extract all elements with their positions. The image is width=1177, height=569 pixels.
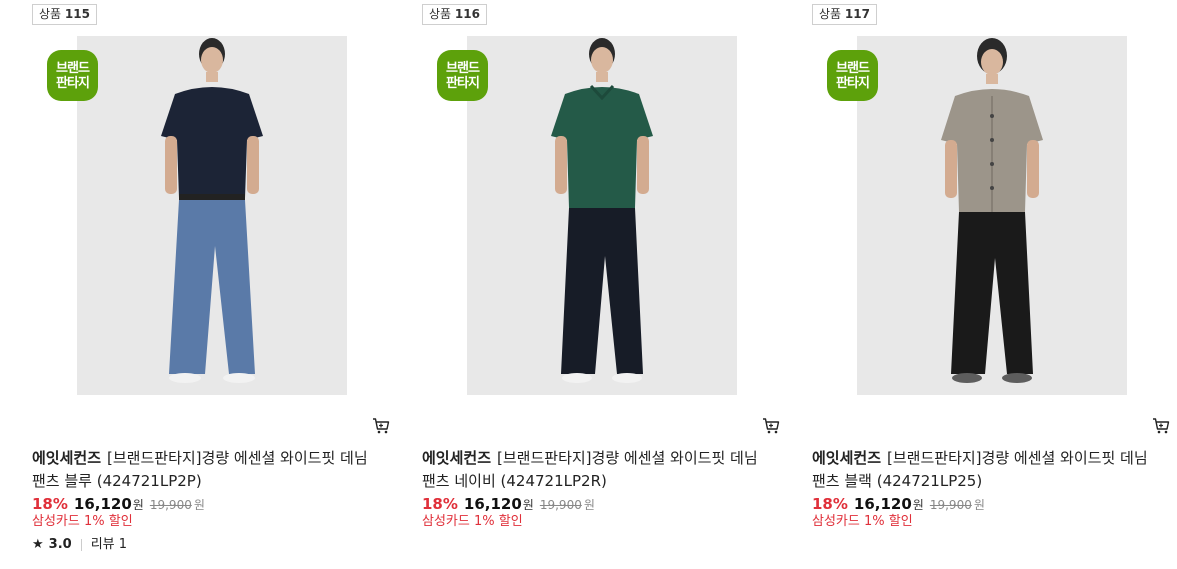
product-image[interactable] bbox=[467, 36, 737, 395]
product-card[interactable]: 상품 115 브랜드 판타지 에잇세컨즈 [브랜드판타지]경량 에센셜 와이드핏… bbox=[32, 0, 390, 569]
sale-price: 16,120 bbox=[463, 495, 522, 513]
product-number-badge: 상품 117 bbox=[812, 4, 877, 25]
discount-rate: 18% bbox=[812, 495, 848, 513]
sale-price: 16,120 bbox=[853, 495, 912, 513]
product-grid: 상품 115 브랜드 판타지 에잇세컨즈 [브랜드판타지]경량 에센셜 와이드핏… bbox=[0, 0, 1177, 569]
original-price: 19,900 bbox=[929, 498, 972, 512]
card-discount: 삼성카드 1% 할인 bbox=[422, 514, 523, 529]
brand-fantasy-logo: 브랜드 판타지 bbox=[47, 50, 98, 101]
cart-icon[interactable] bbox=[762, 417, 780, 435]
card-discount: 삼성카드 1% 할인 bbox=[812, 514, 913, 529]
model-photo bbox=[77, 36, 347, 395]
product-title[interactable]: 에잇세컨즈 [브랜드판타지]경량 에센셜 와이드핏 데님 팬츠 블랙 (42472… bbox=[812, 447, 1157, 493]
price-row: 18% 16,120원 19,900 원 bbox=[32, 495, 205, 513]
original-price: 19,900 bbox=[149, 498, 192, 512]
discount-rate: 18% bbox=[422, 495, 458, 513]
brand-name: 에잇세컨즈 bbox=[812, 449, 882, 467]
card-discount: 삼성카드 1% 할인 bbox=[32, 514, 133, 529]
price-row: 18% 16,120원 19,900 원 bbox=[422, 495, 595, 513]
product-title[interactable]: 에잇세컨즈 [브랜드판타지]경량 에센셜 와이드핏 데님 팬츠 블루 (42472… bbox=[32, 447, 377, 493]
cart-icon[interactable] bbox=[1152, 417, 1170, 435]
sale-price: 16,120 bbox=[73, 495, 132, 513]
product-image[interactable] bbox=[77, 36, 347, 395]
brand-fantasy-logo: 브랜드 판타지 bbox=[437, 50, 488, 101]
product-number-badge: 상품 115 bbox=[32, 4, 97, 25]
model-photo bbox=[857, 36, 1127, 395]
brand-name: 에잇세컨즈 bbox=[32, 449, 102, 467]
product-card[interactable]: 상품 117 브랜드 판타지 에잇세컨즈 [브랜드판타지]경량 에센셜 와이드핏… bbox=[812, 0, 1170, 569]
product-title[interactable]: 에잇세컨즈 [브랜드판타지]경량 에센셜 와이드핏 데님 팬츠 네이비 (4247… bbox=[422, 447, 767, 493]
product-card[interactable]: 상품 116 브랜드 판타지 에잇세컨즈 [브랜드판타지]경량 에센셜 와이드핏… bbox=[422, 0, 780, 569]
brand-fantasy-logo: 브랜드 판타지 bbox=[827, 50, 878, 101]
star-icon: ★ bbox=[32, 537, 44, 552]
product-number-badge: 상품 116 bbox=[422, 4, 487, 25]
product-image[interactable] bbox=[857, 36, 1127, 395]
price-row: 18% 16,120원 19,900 원 bbox=[812, 495, 985, 513]
discount-rate: 18% bbox=[32, 495, 68, 513]
model-photo bbox=[467, 36, 737, 395]
original-price: 19,900 bbox=[539, 498, 582, 512]
cart-icon[interactable] bbox=[372, 417, 390, 435]
review-summary: ★ 3.0 리뷰 1 bbox=[32, 536, 127, 554]
brand-name: 에잇세컨즈 bbox=[422, 449, 492, 467]
divider bbox=[80, 539, 82, 551]
review-count: 리뷰 1 bbox=[90, 537, 128, 552]
rating-score: 3.0 bbox=[48, 537, 72, 552]
